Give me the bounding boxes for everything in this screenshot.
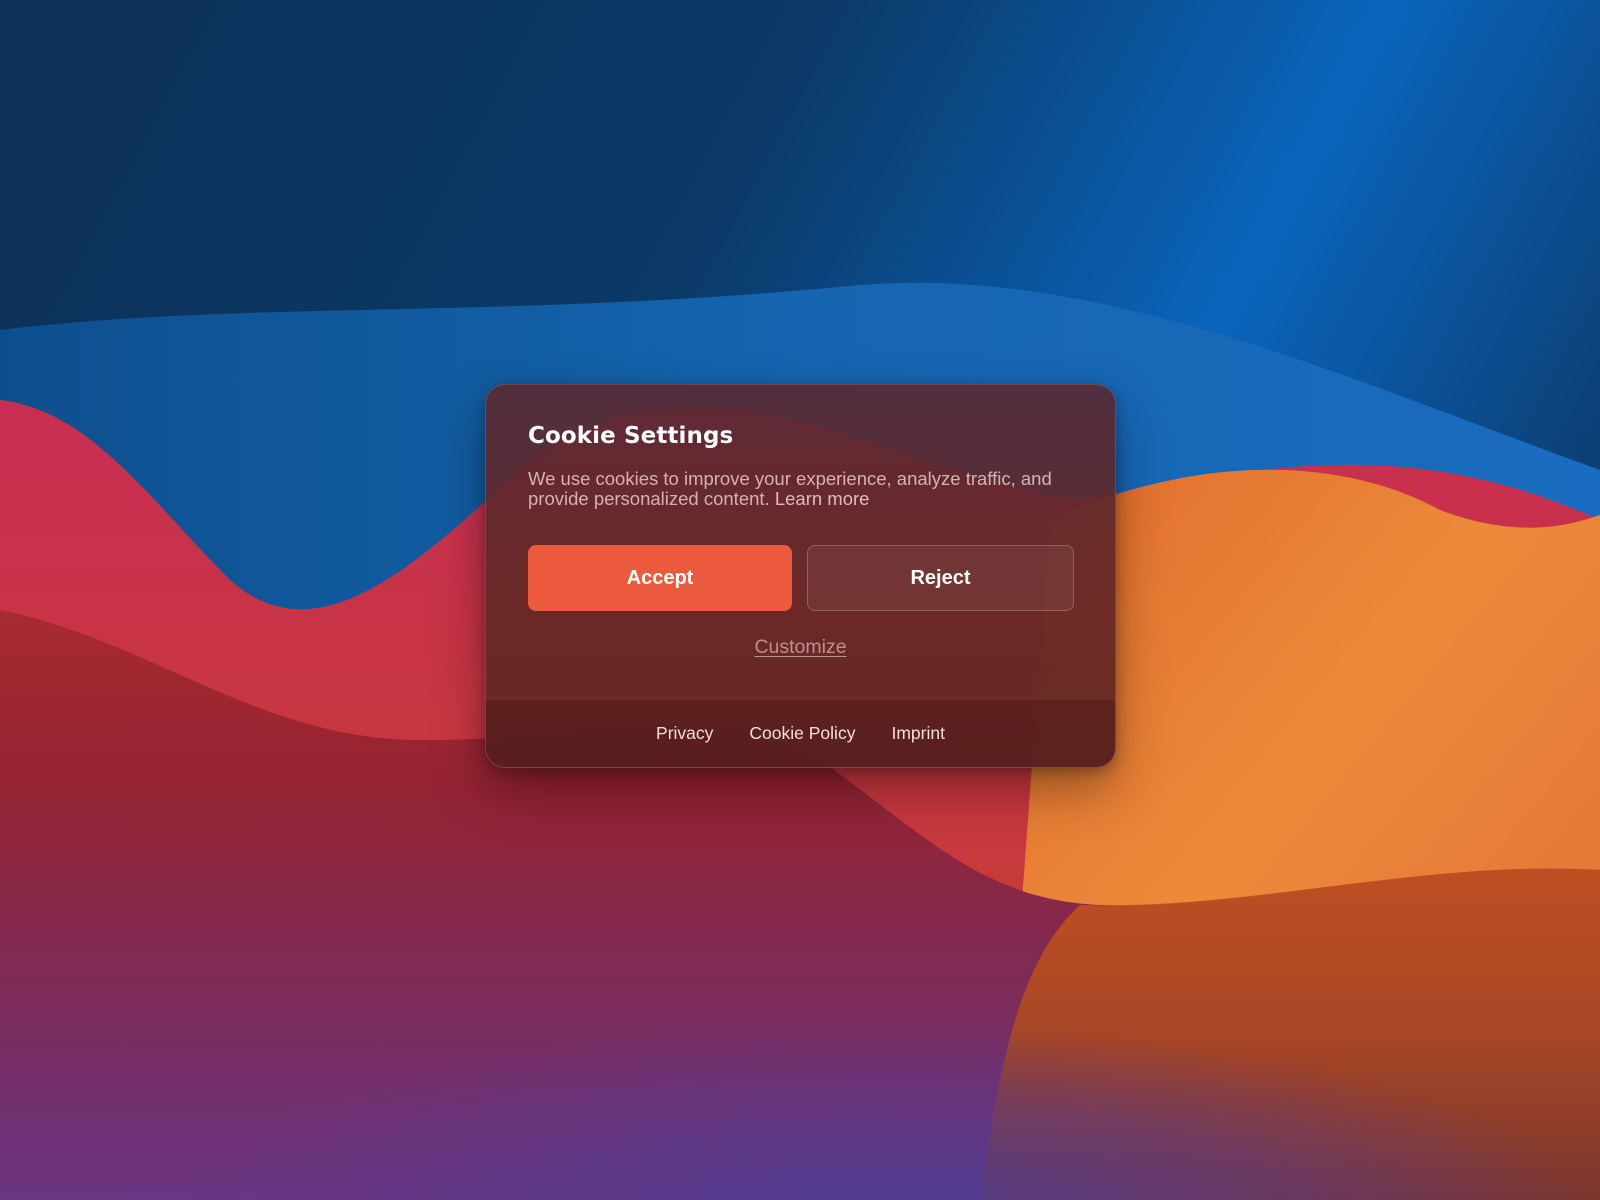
customize-row: Customize	[486, 636, 1115, 659]
dialog-description: We use cookies to improve your experienc…	[528, 469, 1068, 509]
dialog-title: Cookie Settings	[528, 423, 734, 449]
cookie-dialog: Cookie Settings We use cookies to improv…	[485, 384, 1116, 768]
imprint-link[interactable]: Imprint	[891, 723, 944, 744]
reject-button[interactable]: Reject	[807, 545, 1074, 611]
privacy-link[interactable]: Privacy	[656, 723, 713, 744]
customize-link[interactable]: Customize	[754, 636, 846, 658]
dialog-footer: Privacy Cookie Policy Imprint	[486, 699, 1115, 767]
learn-more-link[interactable]: Learn more	[775, 488, 870, 509]
accept-button[interactable]: Accept	[528, 545, 792, 611]
cookie-policy-link[interactable]: Cookie Policy	[749, 723, 855, 744]
